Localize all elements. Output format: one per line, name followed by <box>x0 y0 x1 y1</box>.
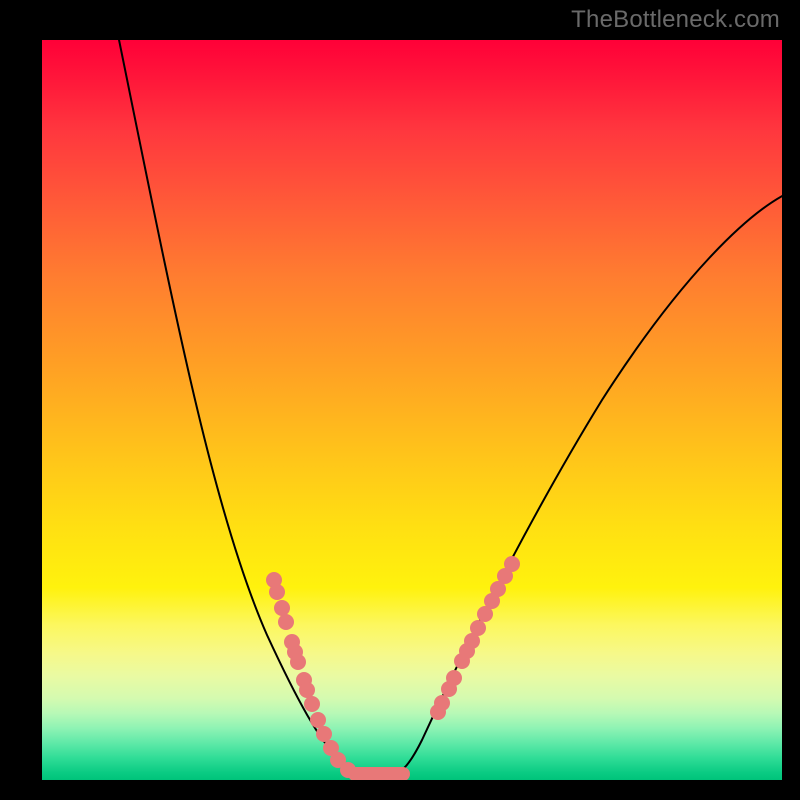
highlight-dots <box>266 556 520 778</box>
highlight-dot <box>470 620 486 636</box>
highlight-dot <box>278 614 294 630</box>
highlight-dot <box>340 762 356 778</box>
highlight-dot <box>484 593 500 609</box>
valley-highlight <box>348 767 410 780</box>
highlight-dot <box>459 643 475 659</box>
highlight-dot <box>504 556 520 572</box>
highlight-dot <box>497 568 513 584</box>
chart-frame: TheBottleneck.com <box>0 0 800 800</box>
highlight-dot <box>304 696 320 712</box>
highlight-dot <box>323 740 339 756</box>
highlight-dot <box>266 572 282 588</box>
highlight-dot <box>454 653 470 669</box>
highlight-dot <box>477 606 493 622</box>
watermark-text: TheBottleneck.com <box>571 6 780 34</box>
bottleneck-curve <box>117 40 782 775</box>
highlight-dot <box>287 644 303 660</box>
highlight-dot <box>441 681 457 697</box>
highlight-dot <box>430 704 446 720</box>
highlight-dot <box>316 726 332 742</box>
plot-area <box>42 40 782 780</box>
highlight-dot <box>464 633 480 649</box>
highlight-dot <box>296 672 312 688</box>
highlight-dot <box>490 581 506 597</box>
highlight-dot <box>269 584 285 600</box>
highlight-dot <box>274 600 290 616</box>
highlight-dot <box>284 634 300 650</box>
highlight-dot <box>330 752 346 768</box>
highlight-dot <box>299 682 315 698</box>
highlight-dot <box>434 695 450 711</box>
highlight-dot <box>310 712 326 728</box>
highlight-dot <box>290 654 306 670</box>
chart-svg <box>42 40 782 780</box>
highlight-dot <box>446 670 462 686</box>
